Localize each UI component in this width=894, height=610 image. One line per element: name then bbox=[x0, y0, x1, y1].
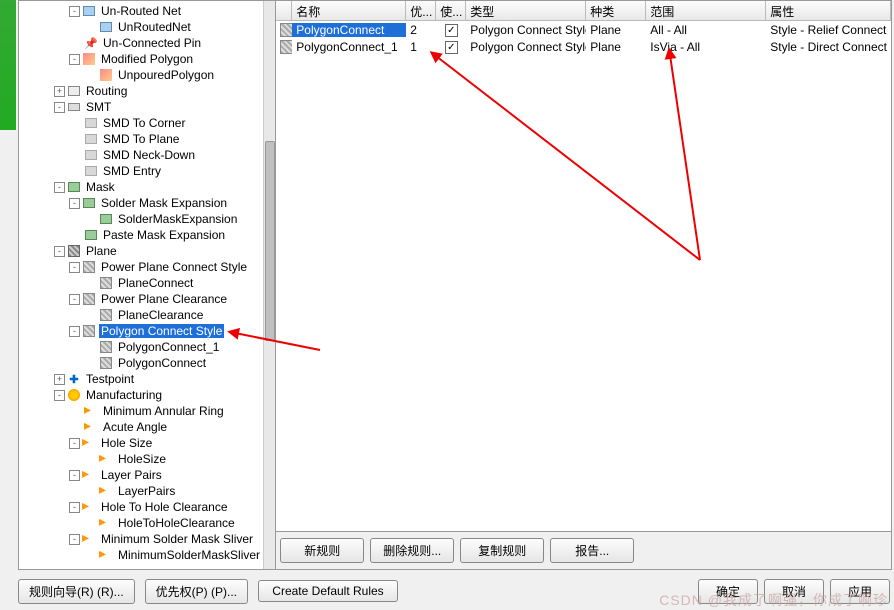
tree-smt[interactable]: SMT bbox=[84, 100, 113, 114]
list-buttons: 新规则 删除规则... 复制规则 报告... bbox=[276, 532, 891, 569]
col-priority[interactable]: 优... bbox=[406, 1, 436, 20]
flag-icon bbox=[99, 452, 113, 466]
tree-paste-mask-exp[interactable]: Paste Mask Expansion bbox=[101, 228, 227, 242]
flag-icon bbox=[82, 532, 96, 546]
list-header: 名称 优... 使... 类型 种类 范围 属性 bbox=[276, 1, 891, 21]
tree-testpoint[interactable]: Testpoint bbox=[84, 372, 136, 386]
tree-hole-size[interactable]: Hole Size bbox=[99, 436, 154, 450]
tree-routing[interactable]: Routing bbox=[84, 84, 129, 98]
flag-icon bbox=[99, 516, 113, 530]
tree-smd-entry[interactable]: SMD Entry bbox=[101, 164, 163, 178]
tree-min-annular[interactable]: Minimum Annular Ring bbox=[101, 404, 226, 418]
cell-type: Polygon Connect Style bbox=[466, 23, 586, 37]
tree-holesize[interactable]: HoleSize bbox=[116, 452, 168, 466]
tree-smd-plane[interactable]: SMD To Plane bbox=[101, 132, 181, 146]
copy-rule-button[interactable]: 复制规则 bbox=[460, 538, 544, 563]
col-enable[interactable]: 使... bbox=[436, 1, 466, 20]
rules-list: 名称 优... 使... 类型 种类 范围 属性 PolygonConnect … bbox=[276, 1, 891, 532]
cell-priority: 1 bbox=[406, 40, 436, 54]
scrollbar-thumb[interactable] bbox=[265, 141, 275, 341]
cell-scope: All - All bbox=[646, 23, 766, 37]
tree-min-solder-sliver[interactable]: Minimum Solder Mask Sliver bbox=[99, 532, 255, 546]
tree-plane[interactable]: Plane bbox=[84, 244, 119, 258]
cell-attr: Style - Direct Connect bbox=[766, 40, 891, 54]
cell-type: Polygon Connect Style bbox=[466, 40, 586, 54]
col-type[interactable]: 类型 bbox=[466, 1, 586, 20]
new-rule-button[interactable]: 新规则 bbox=[280, 538, 364, 563]
priority-button[interactable]: 优先权(P) (P)... bbox=[145, 579, 248, 604]
tree-manufacturing[interactable]: Manufacturing bbox=[84, 388, 164, 402]
tree-unpoured-polygon[interactable]: UnpouredPolygon bbox=[116, 68, 216, 82]
cell-scope: IsVia - All bbox=[646, 40, 766, 54]
flag-icon bbox=[84, 404, 98, 418]
flag-icon bbox=[82, 468, 96, 482]
cell-name: PolygonConnect bbox=[292, 23, 406, 37]
cell-kind: Plane bbox=[586, 40, 646, 54]
tree-smd-corner[interactable]: SMD To Corner bbox=[101, 116, 187, 130]
delete-rule-button[interactable]: 删除规则... bbox=[370, 538, 454, 563]
cell-priority: 2 bbox=[406, 23, 436, 37]
cell-attr: Style - Relief Connect bbox=[766, 23, 891, 37]
rules-tree-pane: -Un-Routed Net UnRoutedNet Un-Connected … bbox=[19, 1, 276, 569]
tree-holetoholeclearance[interactable]: HoleToHoleClearance bbox=[116, 516, 237, 530]
col-attr[interactable]: 属性 bbox=[766, 1, 891, 20]
tree-smd-neck[interactable]: SMD Neck-Down bbox=[101, 148, 197, 162]
rule-wizard-button[interactable]: 规则向导(R) (R)... bbox=[18, 579, 135, 604]
enable-checkbox[interactable] bbox=[445, 24, 458, 37]
cell-name: PolygonConnect_1 bbox=[292, 40, 406, 54]
tree-power-plane-clearance[interactable]: Power Plane Clearance bbox=[99, 292, 229, 306]
tree-polygonconnect-1[interactable]: PolygonConnect_1 bbox=[116, 340, 221, 354]
tree-solder-mask-exp[interactable]: Solder Mask Expansion bbox=[99, 196, 229, 210]
col-name[interactable]: 名称 bbox=[292, 1, 406, 20]
tree-unroutednet[interactable]: UnRoutedNet bbox=[116, 20, 193, 34]
list-row[interactable]: PolygonConnect 2 Polygon Connect Style P… bbox=[276, 21, 891, 38]
tree-unrouted-net[interactable]: Un-Routed Net bbox=[99, 4, 183, 18]
tree-unconnected-pin[interactable]: Un-Connected Pin bbox=[101, 36, 203, 50]
left-accent bbox=[0, 0, 16, 130]
tree-hole-to-hole[interactable]: Hole To Hole Clearance bbox=[99, 500, 230, 514]
tree-layer-pairs[interactable]: Layer Pairs bbox=[99, 468, 164, 482]
create-default-rules-button[interactable]: Create Default Rules bbox=[258, 580, 398, 602]
tree-modified-polygon[interactable]: Modified Polygon bbox=[99, 52, 195, 66]
tree-scrollbar[interactable] bbox=[263, 1, 275, 569]
rule-icon bbox=[280, 23, 292, 37]
flag-icon bbox=[84, 420, 98, 434]
testpoint-icon bbox=[67, 372, 81, 386]
list-row[interactable]: PolygonConnect_1 1 Polygon Connect Style… bbox=[276, 38, 891, 55]
flag-icon bbox=[99, 484, 113, 498]
tree-layerpairs[interactable]: LayerPairs bbox=[116, 484, 177, 498]
tree-polygonconnect[interactable]: PolygonConnect bbox=[116, 356, 208, 370]
tree-power-plane-connect[interactable]: Power Plane Connect Style bbox=[99, 260, 249, 274]
tree-mask[interactable]: Mask bbox=[84, 180, 117, 194]
enable-checkbox[interactable] bbox=[445, 41, 458, 54]
tree-polygon-connect-style[interactable]: Polygon Connect Style bbox=[99, 324, 224, 338]
col-scope[interactable]: 范围 bbox=[646, 1, 766, 20]
tree-planeconnect[interactable]: PlaneConnect bbox=[116, 276, 195, 290]
flag-icon bbox=[99, 548, 113, 562]
col-kind[interactable]: 种类 bbox=[586, 1, 646, 20]
pin-icon bbox=[84, 36, 98, 50]
rule-icon bbox=[280, 40, 292, 54]
tree-acute-angle[interactable]: Acute Angle bbox=[101, 420, 169, 434]
rules-tree[interactable]: -Un-Routed Net UnRoutedNet Un-Connected … bbox=[19, 1, 263, 569]
flag-icon bbox=[82, 436, 96, 450]
flag-icon bbox=[82, 500, 96, 514]
rules-list-pane: 名称 优... 使... 类型 种类 范围 属性 PolygonConnect … bbox=[276, 1, 891, 569]
cell-kind: Plane bbox=[586, 23, 646, 37]
tree-soldermaskexpansion[interactable]: SolderMaskExpansion bbox=[116, 212, 239, 226]
watermark: CSDN @我成了啊强，你成了啊珍 bbox=[659, 590, 888, 610]
report-button[interactable]: 报告... bbox=[550, 538, 634, 563]
tree-minsoldermasksliver[interactable]: MinimumSolderMaskSliver bbox=[116, 548, 262, 562]
main-panel: -Un-Routed Net UnRoutedNet Un-Connected … bbox=[18, 0, 892, 570]
tree-planeclearance[interactable]: PlaneClearance bbox=[116, 308, 205, 322]
